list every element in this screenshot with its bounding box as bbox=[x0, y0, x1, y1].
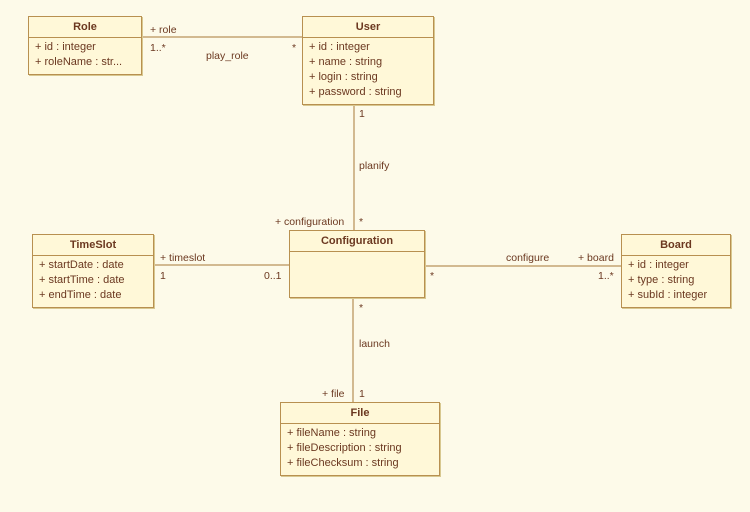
uml-canvas: Role + id : integer + roleName : str... … bbox=[0, 0, 750, 512]
assoc-mult-label: 0..1 bbox=[264, 270, 282, 282]
assoc-end-label: + board bbox=[578, 252, 614, 264]
assoc-mult-label: 1 bbox=[160, 270, 166, 282]
assoc-mult-label: * bbox=[292, 42, 296, 54]
assoc-name-label: play_role bbox=[206, 50, 249, 62]
class-attrs bbox=[290, 252, 424, 258]
class-title: File bbox=[281, 403, 439, 424]
assoc-mult-label: 1 bbox=[359, 108, 365, 120]
attr: + startTime : date bbox=[39, 273, 147, 288]
attr: + subId : integer bbox=[628, 288, 724, 303]
attr: + name : string bbox=[309, 55, 427, 70]
assoc-mult-label: * bbox=[359, 302, 363, 314]
class-title: TimeSlot bbox=[33, 235, 153, 256]
class-attrs: + fileName : string + fileDescription : … bbox=[281, 424, 439, 475]
class-user[interactable]: User + id : integer + name : string + lo… bbox=[302, 16, 434, 105]
class-attrs: + id : integer + name : string + login :… bbox=[303, 38, 433, 104]
class-role[interactable]: Role + id : integer + roleName : str... bbox=[28, 16, 142, 75]
attr: + startDate : date bbox=[39, 258, 147, 273]
attr: + fileDescription : string bbox=[287, 441, 433, 456]
attr: + endTime : date bbox=[39, 288, 147, 303]
class-title: User bbox=[303, 17, 433, 38]
assoc-name-label: planify bbox=[359, 160, 389, 172]
attr: + fileName : string bbox=[287, 426, 433, 441]
class-title: Board bbox=[622, 235, 730, 256]
attr: + password : string bbox=[309, 85, 427, 100]
attr: + fileChecksum : string bbox=[287, 456, 433, 471]
assoc-end-label: + configuration bbox=[275, 216, 344, 228]
attr: + id : integer bbox=[35, 40, 135, 55]
assoc-mult-label: 1..* bbox=[598, 270, 614, 282]
class-configuration[interactable]: Configuration bbox=[289, 230, 425, 298]
attr: + id : integer bbox=[628, 258, 724, 273]
attr: + roleName : str... bbox=[35, 55, 135, 70]
attr: + type : string bbox=[628, 273, 724, 288]
assoc-name-label: launch bbox=[359, 338, 390, 350]
class-timeslot[interactable]: TimeSlot + startDate : date + startTime … bbox=[32, 234, 154, 308]
attr: + id : integer bbox=[309, 40, 427, 55]
class-attrs: + startDate : date + startTime : date + … bbox=[33, 256, 153, 307]
assoc-mult-label: * bbox=[359, 216, 363, 228]
assoc-mult-label: * bbox=[430, 270, 434, 282]
assoc-end-label: + timeslot bbox=[160, 252, 205, 264]
class-board[interactable]: Board + id : integer + type : string + s… bbox=[621, 234, 731, 308]
assoc-mult-label: 1..* bbox=[150, 42, 166, 54]
class-attrs: + id : integer + roleName : str... bbox=[29, 38, 141, 74]
assoc-name-label: configure bbox=[506, 252, 549, 264]
assoc-end-label: + file bbox=[322, 388, 344, 400]
assoc-end-label: + role bbox=[150, 24, 177, 36]
class-attrs: + id : integer + type : string + subId :… bbox=[622, 256, 730, 307]
assoc-mult-label: 1 bbox=[359, 388, 365, 400]
class-title: Role bbox=[29, 17, 141, 38]
class-title: Configuration bbox=[290, 231, 424, 252]
attr: + login : string bbox=[309, 70, 427, 85]
class-file[interactable]: File + fileName : string + fileDescripti… bbox=[280, 402, 440, 476]
